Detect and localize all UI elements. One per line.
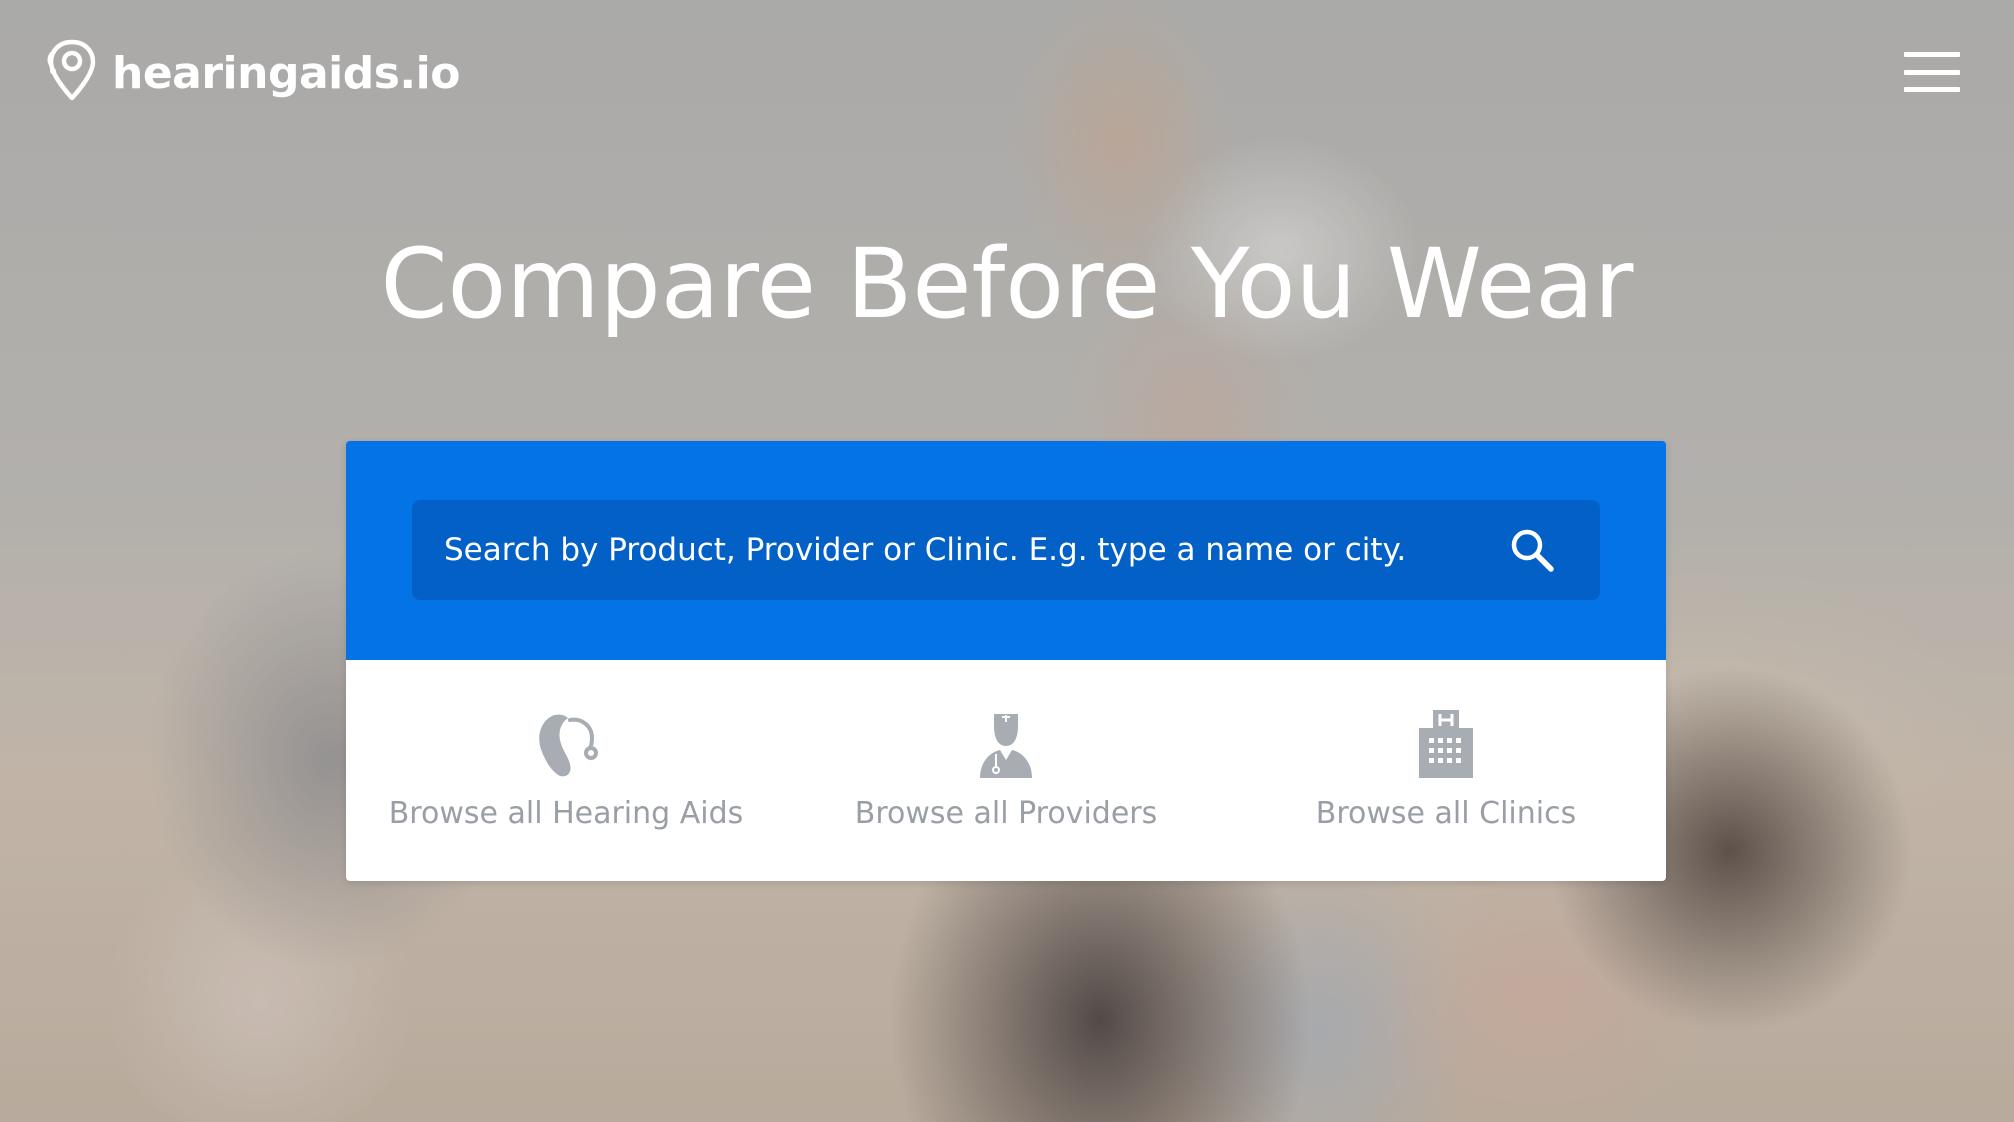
hospital-icon xyxy=(1417,708,1475,780)
search-input[interactable] xyxy=(412,500,1502,600)
menu-bar xyxy=(1904,87,1960,92)
page-title: Compare Before You Wear xyxy=(380,228,1634,340)
menu-bar xyxy=(1904,52,1960,57)
browse-clinics-label: Browse all Clinics xyxy=(1315,796,1577,831)
map-pin-logo-icon xyxy=(46,38,98,109)
menu-bar xyxy=(1904,69,1960,75)
site-logo[interactable]: hearingaids.io xyxy=(46,38,460,109)
browse-links: Browse all Hearing Aids Browse all Provi… xyxy=(346,660,1666,881)
browse-providers-link[interactable]: Browse all Providers xyxy=(786,660,1226,881)
logo-text: hearingaids.io xyxy=(112,48,460,99)
browse-hearing-aids-label: Browse all Hearing Aids xyxy=(388,796,744,831)
search-panel xyxy=(346,441,1666,660)
search-box xyxy=(412,500,1600,600)
browse-providers-label: Browse all Providers xyxy=(854,796,1158,831)
hero-section: hearingaids.io Compare Before You Wear S… xyxy=(0,0,2014,1122)
hearing-aid-icon xyxy=(530,708,602,780)
doctor-icon xyxy=(976,708,1036,780)
hamburger-menu-icon[interactable] xyxy=(1904,52,1960,92)
search-card: Browse all Hearing Aids Browse all Provi… xyxy=(346,441,1666,881)
browse-clinics-link[interactable]: Browse all Clinics xyxy=(1226,660,1666,881)
search-icon[interactable] xyxy=(1502,520,1562,580)
browse-hearing-aids-link[interactable]: Browse all Hearing Aids xyxy=(346,660,786,881)
